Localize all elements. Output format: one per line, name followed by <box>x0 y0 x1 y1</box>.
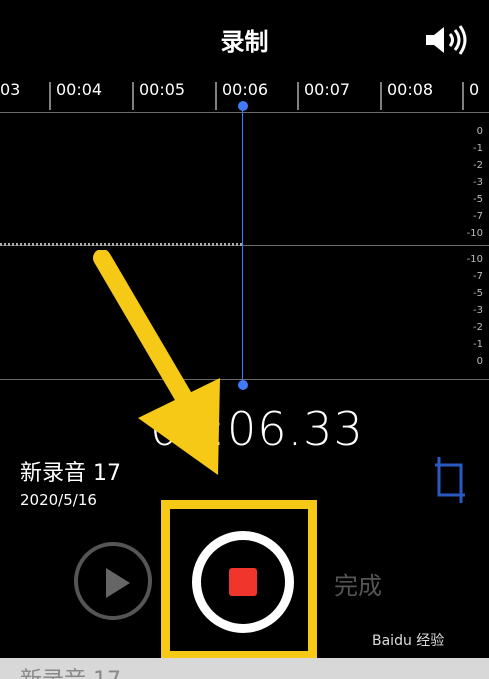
playhead-top-handle[interactable] <box>238 101 248 111</box>
db-label: -10 <box>466 228 483 239</box>
db-label: -3 <box>473 177 483 188</box>
db-label: -3 <box>473 305 483 316</box>
db-label: -1 <box>473 339 483 350</box>
ruler-label: 0 <box>469 80 480 99</box>
play-button[interactable] <box>74 542 152 620</box>
done-button[interactable]: 完成 <box>334 566 382 601</box>
ruler-label: 00:06 <box>222 80 269 99</box>
recording-date: 2020/5/16 <box>20 491 97 509</box>
ruler-label: 00:04 <box>56 80 103 99</box>
db-label: -2 <box>473 322 483 333</box>
db-label: 0 <box>476 356 483 367</box>
ruler-label: 03 <box>0 80 21 99</box>
ruler-label: 00:05 <box>139 80 186 99</box>
next-recording-row[interactable]: 新录音 17 <box>0 658 489 679</box>
next-recording-name: 新录音 17 <box>20 662 121 679</box>
ruler-label: 00:08 <box>387 80 434 99</box>
trim-icon[interactable] <box>433 455 467 505</box>
waveform <box>0 243 242 246</box>
play-icon <box>106 568 130 598</box>
db-label: -7 <box>473 271 483 282</box>
db-label: -1 <box>473 143 483 154</box>
stop-record-button[interactable] <box>192 531 294 633</box>
waveform-top-border <box>0 112 489 113</box>
watermark: Baidu 经验 <box>372 633 445 649</box>
yellow-arrow-annotation <box>93 250 220 475</box>
db-label: -5 <box>473 288 483 299</box>
db-label: -2 <box>473 160 483 171</box>
db-label: -7 <box>473 211 483 222</box>
screen-title: 录制 <box>220 28 269 56</box>
stop-icon <box>229 568 257 596</box>
db-label: -5 <box>473 194 483 205</box>
speaker-volume-icon[interactable] <box>424 24 468 56</box>
ruler-label: 00:07 <box>304 80 351 99</box>
db-label: -10 <box>466 254 483 265</box>
db-label: 0 <box>476 126 483 137</box>
